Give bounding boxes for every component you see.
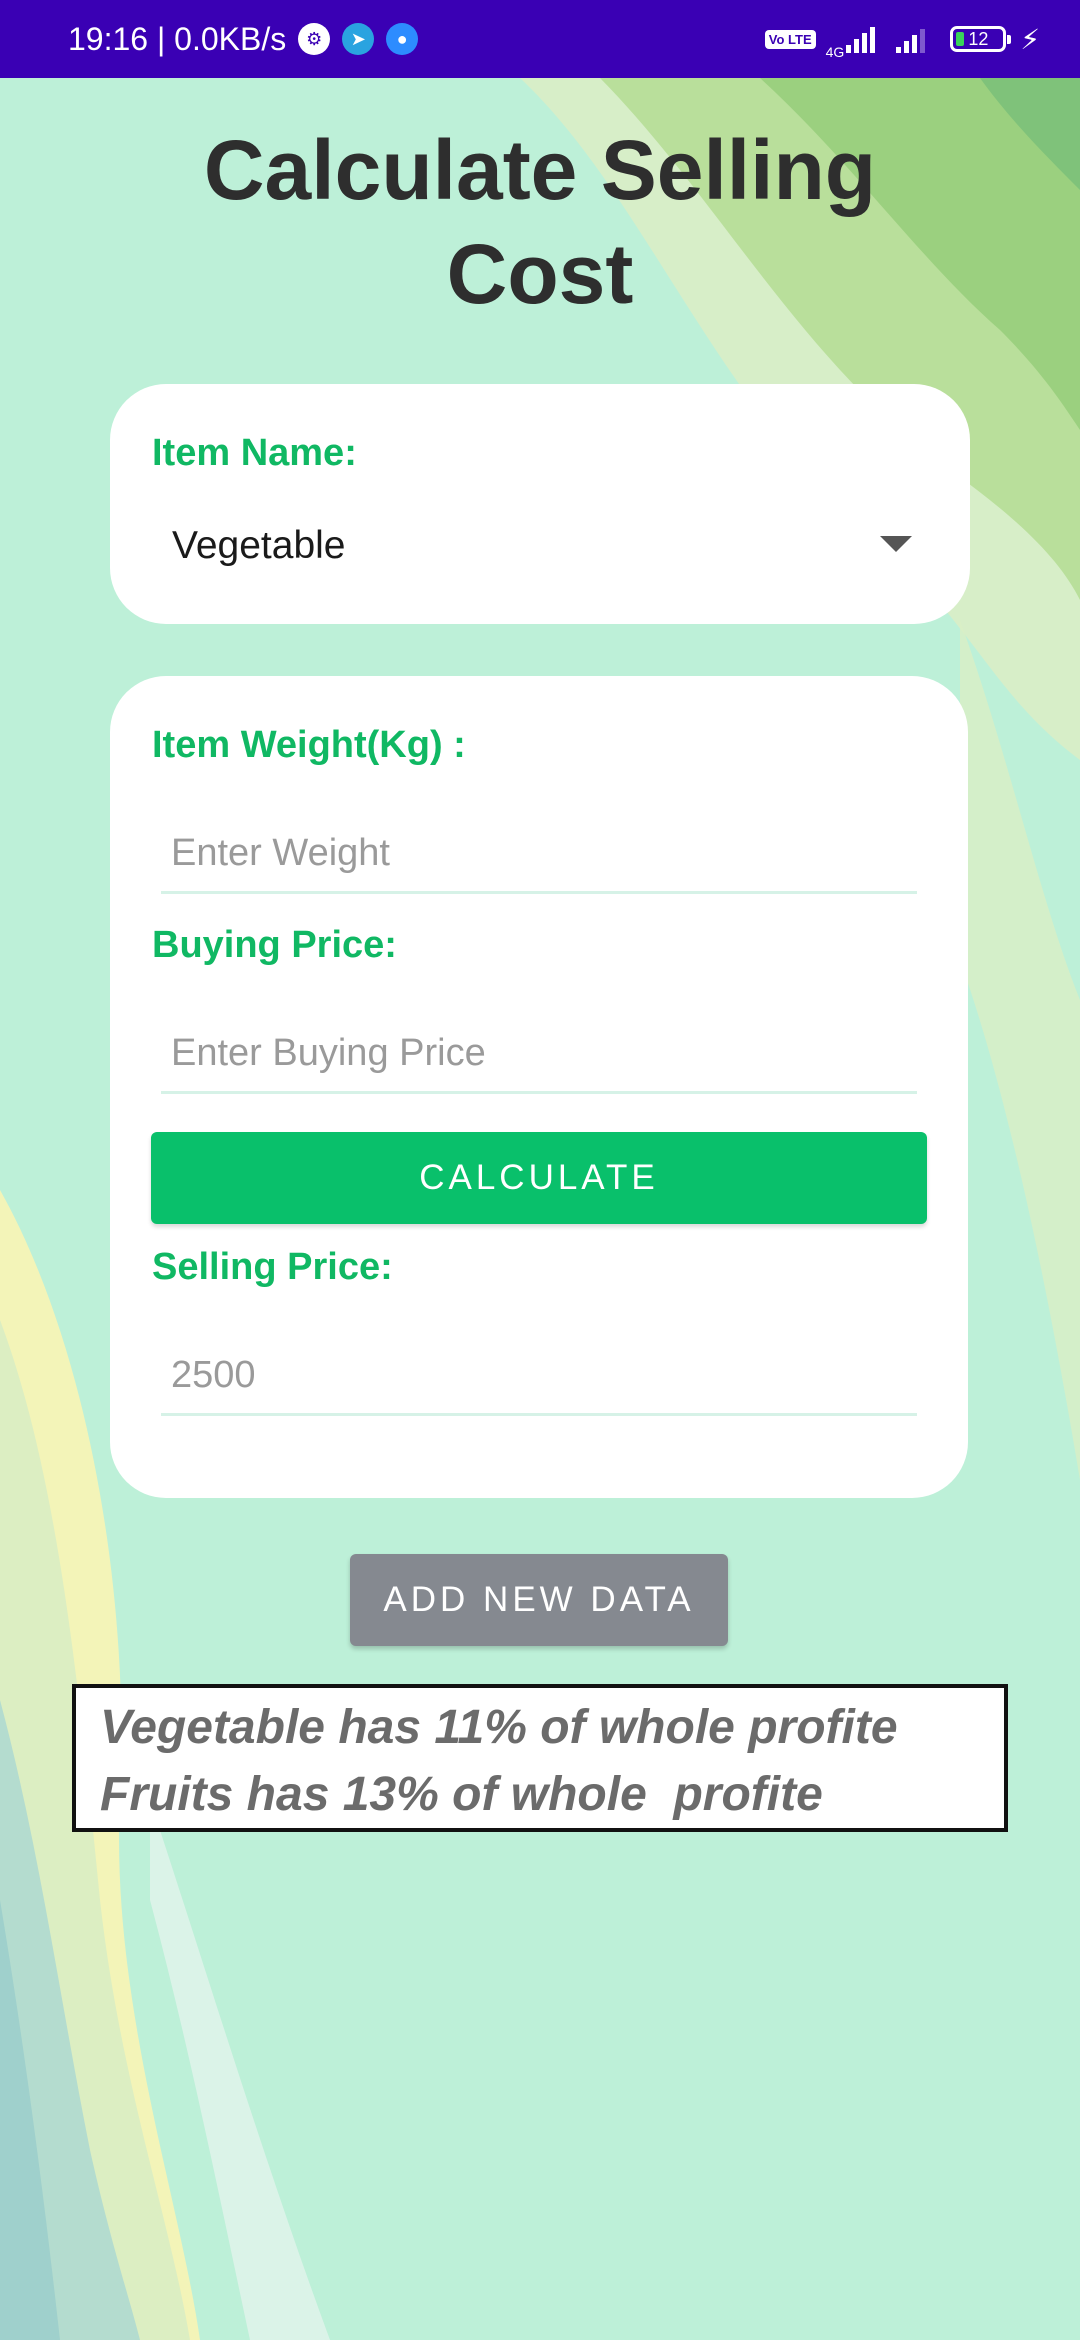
network-type: 4G: [825, 44, 845, 60]
page-title-line1: Calculate Selling: [203, 123, 877, 217]
item-name-selected: Vegetable: [172, 524, 346, 567]
item-name-card: Item Name: Vegetable: [110, 384, 970, 624]
selling-price-field[interactable]: 2500: [161, 1338, 917, 1416]
charging-icon: ⚡: [1020, 23, 1040, 55]
status-right: Vo LTE 4G 12 ⚡: [764, 18, 1040, 60]
signal-icon: [846, 25, 878, 53]
telegram-icon: ➤: [342, 23, 375, 55]
volte-badge: Vo LTE: [764, 29, 816, 49]
fruits-profit-text: Fruits has 13% of whole profite: [100, 1768, 823, 1821]
vegetable-profit-text: Vegetable has 11% of whole profite: [100, 1701, 898, 1754]
item-name-label: Item Name:: [152, 432, 357, 474]
time-and-speed: 19:16 | 0.0KB/s: [68, 20, 287, 57]
buying-price-input[interactable]: [161, 1016, 917, 1094]
status-bar: 19:16 | 0.0KB/s ⚙ ➤ ● Vo LTE 4G 12 ⚡: [0, 0, 1080, 78]
selling-price-label: Selling Price:: [152, 1246, 393, 1288]
status-left: 19:16 | 0.0KB/s ⚙ ➤ ●: [68, 20, 419, 58]
item-name-dropdown[interactable]: Vegetable: [172, 506, 912, 586]
dropdown-arrow-icon: [880, 536, 912, 552]
calculate-button[interactable]: CALCULATE: [151, 1132, 927, 1224]
page-title-line2: Cost: [446, 227, 634, 321]
calculation-form-card: Item Weight(Kg) : Buying Price: CALCULAT…: [110, 676, 968, 1498]
battery-level: 12: [968, 28, 989, 49]
settings-icon: ⚙: [298, 23, 331, 55]
battery-icon: 12: [950, 26, 1012, 52]
add-new-data-button[interactable]: ADD NEW DATA: [350, 1554, 728, 1646]
item-weight-input[interactable]: [161, 816, 917, 894]
buying-price-label: Buying Price:: [152, 924, 397, 966]
selling-price-value: 2500: [171, 1354, 256, 1396]
item-weight-label: Item Weight(Kg) :: [152, 724, 466, 766]
profit-info-box: Vegetable has 11% of whole profite Fruit…: [72, 1684, 1008, 1832]
video-call-icon: ●: [386, 23, 419, 55]
page-title: Calculate Selling Cost: [0, 118, 1080, 326]
signal-icon-secondary: [896, 25, 928, 53]
